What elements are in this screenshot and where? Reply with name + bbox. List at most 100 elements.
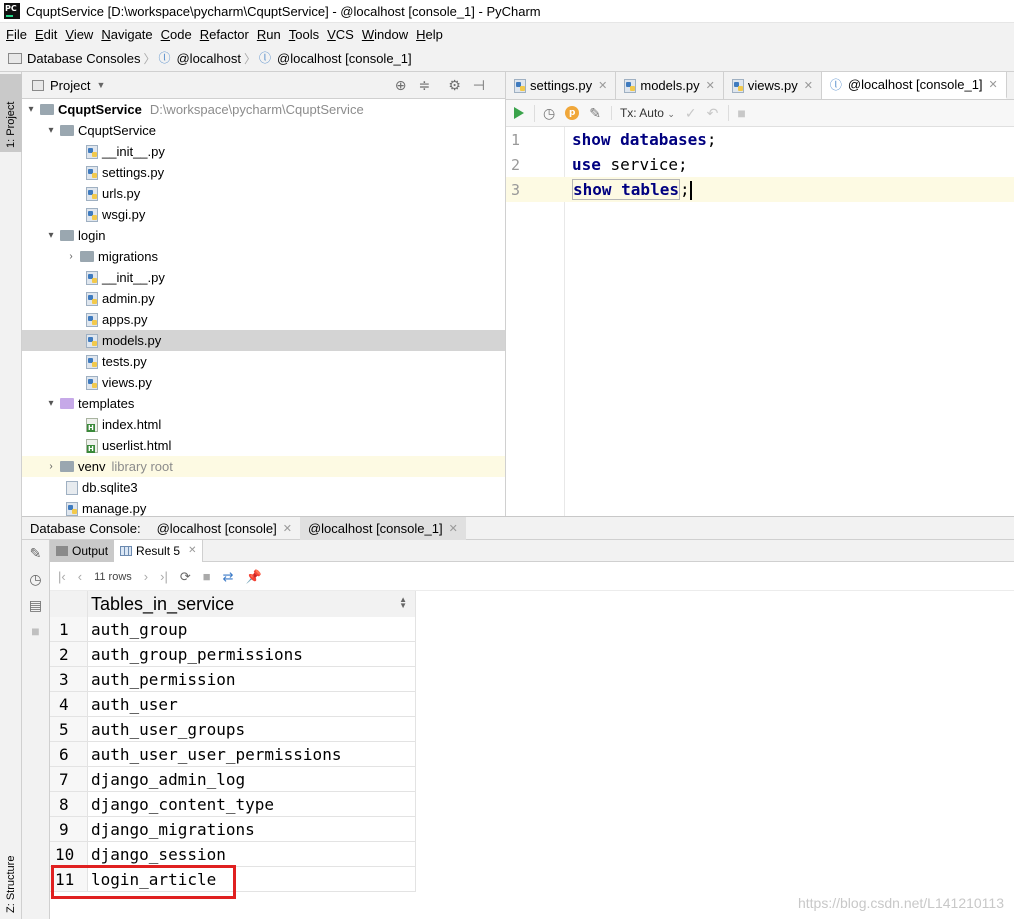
table-cell[interactable]: django_content_type [87, 792, 416, 816]
layout-icon[interactable]: ▤ [22, 592, 49, 618]
close-icon[interactable]: ✕ [706, 79, 715, 92]
close-icon[interactable]: ✕ [283, 522, 292, 535]
table-cell[interactable]: auth_user_groups [87, 717, 416, 741]
chevron-right-icon[interactable]: › [44, 461, 58, 472]
tab-models[interactable]: models.py ✕ [616, 72, 724, 99]
close-icon[interactable]: ✕ [598, 79, 607, 92]
table-row[interactable]: 9 django_migrations [50, 817, 416, 842]
tree-file-wsgi[interactable]: wsgi.py [22, 204, 505, 225]
tree-file-admin[interactable]: admin.py [22, 288, 505, 309]
parameters-icon[interactable]: p [565, 106, 580, 120]
tree-folder-migrations[interactable]: › migrations [22, 246, 505, 267]
tree-file-init[interactable]: __init__.py [22, 141, 505, 162]
close-icon[interactable]: ✕ [449, 522, 458, 535]
table-cell[interactable]: auth_group [87, 617, 416, 641]
chevron-down-icon[interactable]: ▾ [24, 104, 38, 115]
menu-code[interactable]: Code [157, 27, 196, 42]
table-cell[interactable]: auth_permission [87, 667, 416, 691]
table-row[interactable]: 7 django_admin_log [50, 767, 416, 792]
refresh-icon[interactable]: ⟳ [180, 569, 191, 585]
code-editor[interactable]: 1 show databases; 2 use service; 3 show … [506, 127, 1014, 516]
project-panel-title[interactable]: Project [50, 78, 90, 93]
rollback-icon[interactable]: ↶ [707, 105, 719, 122]
tab-console[interactable]: ⓛ @localhost [console_1] ✕ [821, 72, 1007, 99]
tree-folder-venv[interactable]: › venv library root [22, 456, 505, 477]
breadcrumb-database-consoles[interactable]: Database Consoles [8, 51, 140, 66]
hide-icon[interactable]: ⊣ [473, 77, 485, 94]
table-cell[interactable]: django_session [87, 842, 416, 866]
tree-file-models[interactable]: models.py [22, 330, 505, 351]
breadcrumb-localhost[interactable]: ⓛ @localhost [158, 51, 241, 66]
table-cell[interactable]: auth_user [87, 692, 416, 716]
menu-vcs[interactable]: VCS [323, 27, 358, 42]
tree-folder-templates[interactable]: ▾ templates [22, 393, 505, 414]
tree-file-settings[interactable]: settings.py [22, 162, 505, 183]
next-page-icon[interactable]: › [144, 569, 148, 584]
tab-views[interactable]: views.py ✕ [724, 72, 822, 99]
sort-icon[interactable]: ▲ ▼ [399, 596, 407, 610]
table-row[interactable]: 11 login_article [50, 867, 416, 892]
table-cell[interactable]: django_admin_log [87, 767, 416, 791]
stop-icon[interactable]: ■ [728, 105, 746, 121]
close-icon[interactable]: ✕ [989, 78, 998, 91]
stop-icon[interactable]: ■ [203, 569, 211, 584]
table-row[interactable]: 5 auth_user_groups [50, 717, 416, 742]
tree-file-manage[interactable]: manage.py [22, 498, 505, 516]
wrench-icon[interactable]: ✎ [22, 540, 49, 566]
tab-result[interactable]: Result 5 ✕ [114, 539, 204, 562]
tab-output[interactable]: Output [50, 539, 115, 562]
tree-file-init[interactable]: __init__.py [22, 267, 505, 288]
table-cell[interactable]: login_article [87, 867, 416, 891]
menu-view[interactable]: View [61, 27, 97, 42]
commit-icon[interactable]: ✓ [685, 105, 697, 122]
table-cell[interactable]: auth_user_user_permissions [87, 742, 416, 766]
tree-file-userlist-html[interactable]: userlist.html [22, 435, 505, 456]
menu-window[interactable]: Window [358, 27, 412, 42]
history-icon[interactable]: ◷ [22, 566, 49, 592]
menu-edit[interactable]: Edit [31, 27, 61, 42]
previous-page-icon[interactable]: ‹ [78, 569, 82, 584]
tab-structure-tool[interactable]: Z: Structure [0, 842, 22, 917]
table-row[interactable]: 10 django_session [50, 842, 416, 867]
column-header[interactable]: Tables_in_service ▲ ▼ [87, 591, 416, 617]
compare-icon[interactable]: ⇄ [223, 569, 234, 585]
tree-file-tests[interactable]: tests.py [22, 351, 505, 372]
gear-icon[interactable]: ⚙ [448, 77, 461, 94]
row-count[interactable]: 11 rows [94, 571, 132, 583]
run-icon[interactable] [514, 107, 524, 119]
tree-file-index-html[interactable]: index.html [22, 414, 505, 435]
tree-file-urls[interactable]: urls.py [22, 183, 505, 204]
tree-file-db[interactable]: db.sqlite3 [22, 477, 505, 498]
code-line[interactable]: 1 show databases; [506, 127, 1014, 152]
collapse-all-icon[interactable]: ≑ [419, 77, 431, 94]
menu-run[interactable]: Run [253, 27, 285, 42]
breadcrumb-console[interactable]: ⓛ @localhost [console_1] [259, 51, 412, 66]
table-cell[interactable]: auth_group_permissions [87, 642, 416, 666]
pin-icon[interactable]: 📌 [246, 569, 262, 585]
table-row[interactable]: 4 auth_user [50, 692, 416, 717]
menu-navigate[interactable]: Navigate [97, 27, 156, 42]
table-cell[interactable]: django_migrations [87, 817, 416, 841]
table-row[interactable]: 6 auth_user_user_permissions [50, 742, 416, 767]
tree-root[interactable]: ▾ CquptService D:\workspace\pycharm\Cqup… [22, 99, 505, 120]
tab-settings[interactable]: settings.py ✕ [506, 72, 617, 99]
menu-file[interactable]: File [2, 27, 31, 42]
tree-file-apps[interactable]: apps.py [22, 309, 505, 330]
last-page-icon[interactable]: ›| [160, 569, 168, 584]
chevron-down-icon[interactable]: ▾ [44, 230, 58, 241]
wrench-icon[interactable]: ✎ [589, 105, 601, 122]
chevron-down-icon[interactable]: ▼ [96, 80, 105, 90]
tree-folder-cquptservice[interactable]: ▾ CquptService [22, 120, 505, 141]
locate-icon[interactable]: ⊕ [395, 77, 407, 94]
stop-icon[interactable]: ■ [22, 618, 49, 644]
menu-refactor[interactable]: Refactor [196, 27, 253, 42]
menu-help[interactable]: Help [412, 27, 447, 42]
tab-project-tool[interactable]: 1: Project [0, 74, 22, 152]
table-row[interactable]: 1 auth_group [50, 617, 416, 642]
history-icon[interactable]: ◷ [534, 104, 555, 122]
tree-file-views[interactable]: views.py [22, 372, 505, 393]
tab-console-1[interactable]: @localhost [console_1] ✕ [299, 516, 466, 540]
code-line[interactable]: 2 use service; [506, 152, 1014, 177]
tree-folder-login[interactable]: ▾ login [22, 225, 505, 246]
chevron-down-icon[interactable]: ▾ [44, 398, 58, 409]
